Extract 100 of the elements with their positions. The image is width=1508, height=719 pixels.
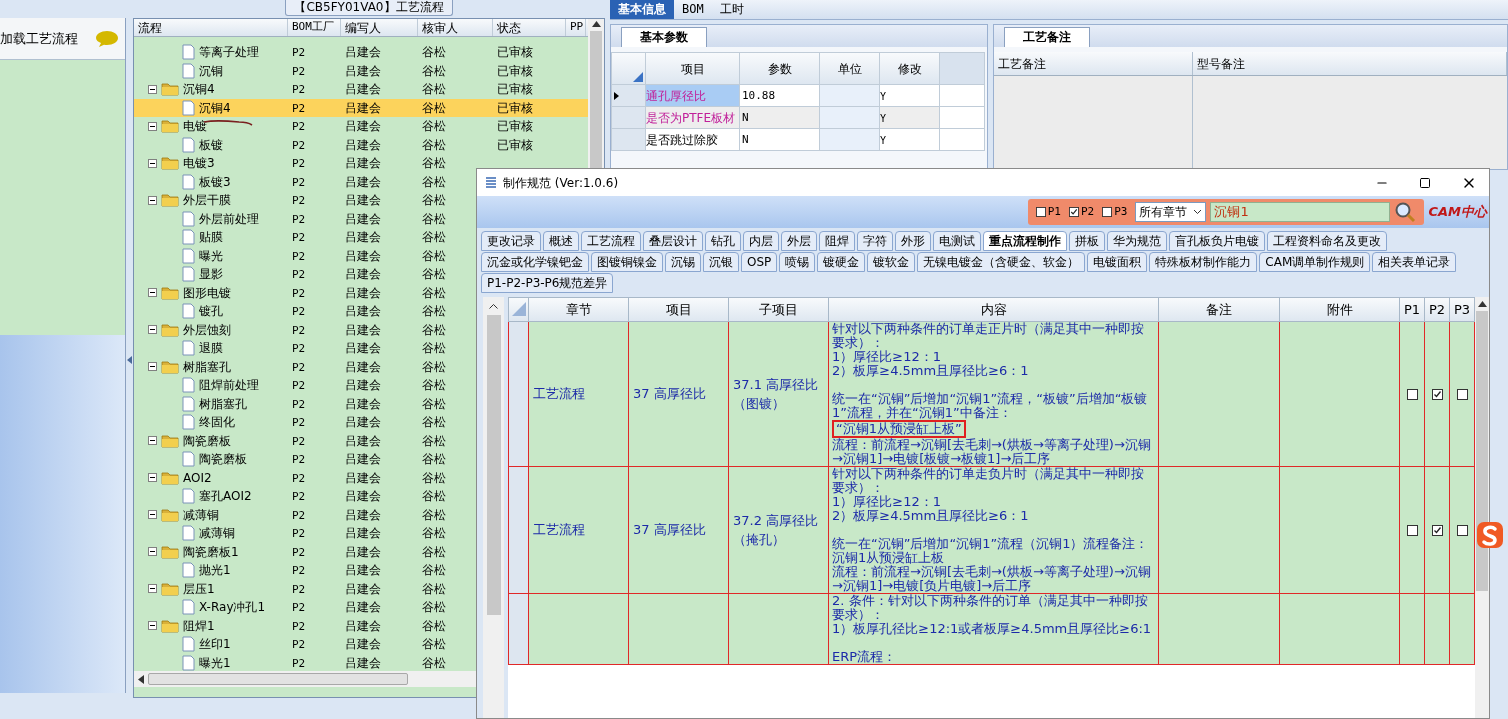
panel-tab[interactable]: 工艺备注 [1004,27,1090,47]
tree-node-label[interactable]: 外层干膜 [183,191,231,210]
tree-node-label[interactable]: 镀孔 [199,302,223,321]
tree-node-label[interactable]: 电镀 [183,117,207,136]
tab[interactable]: P1-P2-P3-P6规范差异 [481,273,614,293]
collapse-arrow-icon[interactable] [127,355,132,364]
column-header[interactable]: 参数 [767,61,792,76]
collapse-icon[interactable] [148,158,157,168]
tab[interactable]: 叠层设计 [643,231,703,251]
tab[interactable]: CAM调单制作规则 [1259,252,1371,272]
tab[interactable]: 阻焊 [819,231,855,251]
column-header[interactable]: 工艺备注 [998,54,1046,73]
tree-node-label[interactable]: 终固化 [199,413,235,432]
column-header[interactable]: 流程 [138,19,162,37]
column-header[interactable]: 项目 [680,61,705,76]
tab[interactable]: 电镀面积 [1087,252,1148,272]
tree-node-label[interactable]: 阻焊1 [183,616,215,635]
tab[interactable]: 镀软金 [867,252,916,272]
collapse-icon[interactable] [148,325,157,335]
tree-node-label[interactable]: 曝光 [199,246,223,265]
column-header[interactable]: PP [570,19,584,36]
tree-node-label[interactable]: 图形电镀 [183,283,231,302]
checkbox[interactable] [1431,388,1443,400]
tab[interactable]: BOM [674,0,712,19]
tab[interactable]: 相关表单记录 [1372,252,1457,272]
tab[interactable]: 电测试 [933,231,981,251]
scrollbar-thumb[interactable] [486,315,501,615]
collapse-icon[interactable] [148,288,157,298]
panel-tab[interactable]: 【CB5FY01VA0】工艺流程 [285,0,453,16]
tree-node-label[interactable]: 外层前处理 [199,209,259,228]
tree-node-label[interactable]: 沉铜4 [199,98,231,117]
collapse-icon[interactable] [148,195,157,205]
maximize-icon[interactable] [1419,176,1431,189]
row-indicator[interactable] [611,84,646,107]
column-header[interactable]: 内容 [980,301,1007,317]
tree-node-label[interactable]: 等离子处理 [199,43,259,62]
checkbox[interactable] [1035,207,1046,217]
tree-node-label[interactable]: 电镀3 [183,154,215,173]
collapse-icon[interactable] [148,121,157,131]
tab[interactable]: 拼板 [1069,231,1105,251]
tab[interactable]: 特殊板材制作能力 [1149,252,1258,272]
search-icon[interactable] [1394,201,1417,223]
tree-node-label[interactable]: 树脂塞孔 [199,394,247,413]
tree-node-label[interactable]: 陶瓷磨板1 [183,542,239,561]
tab[interactable]: 钻孔 [705,231,741,251]
tab[interactable]: 内层 [743,231,779,251]
checkbox[interactable] [1456,524,1468,536]
tree-node-label[interactable]: 外层蚀刻 [183,320,231,339]
tree-node-label[interactable]: 阻焊前处理 [199,376,259,395]
scroll-up-icon[interactable] [591,21,601,27]
scroll-up-icon[interactable] [1477,301,1487,307]
tree-node-label[interactable]: 塞孔AOI2 [199,487,252,506]
tab[interactable]: 更改记录 [481,231,541,251]
column-header[interactable]: 型号备注 [1197,54,1245,73]
tab[interactable]: 无镍电镀金（含硬金、软金） [917,252,1086,272]
tab[interactable]: 华为规范 [1107,231,1167,251]
column-header[interactable]: 编写人 [345,19,381,37]
tab[interactable]: 镀硬金 [817,252,866,272]
tree-node-label[interactable]: 层压1 [183,579,215,598]
tree-node-label[interactable]: 树脂塞孔 [183,357,231,376]
tree-node-label[interactable]: 沉铜4 [183,80,215,99]
tree-node-label[interactable]: 陶瓷磨板 [199,450,247,469]
checkbox[interactable] [1456,388,1468,400]
checkbox[interactable] [1406,388,1418,400]
tab[interactable]: 工程资料命名及更改 [1267,231,1387,251]
tree-node-label[interactable]: 板镀3 [199,172,231,191]
tab[interactable]: 概述 [543,231,579,251]
search-field[interactable]: 沉铜1 [1210,202,1391,222]
panel-tab[interactable]: 基本参数 [621,27,707,47]
tab[interactable]: 盲孔板负片电镀 [1169,231,1265,251]
tree-node-label[interactable]: 显影 [199,265,223,284]
tab[interactable]: 沉金或化学镍钯金 [481,252,589,272]
checkbox-label[interactable]: P2 [1080,203,1095,221]
collapse-icon[interactable] [148,621,157,631]
column-header[interactable]: 状态 [497,19,521,37]
checkbox[interactable] [1068,207,1079,217]
tree-node-label[interactable]: 沉铜 [199,61,223,80]
collapse-icon[interactable] [148,584,157,594]
tree-node-label[interactable]: 退膜 [199,339,223,358]
chapter-dropdown[interactable]: 所有章节 [1135,202,1207,222]
collapse-icon[interactable] [148,510,157,520]
collapse-icon[interactable] [148,362,157,372]
tab[interactable]: 图镀铜镍金 [591,252,663,272]
column-header[interactable]: 核审人 [422,19,458,37]
tab[interactable]: 字符 [857,231,893,251]
tab[interactable]: OSP [741,252,778,272]
tab[interactable]: 工时 [711,0,752,19]
checkbox-label[interactable]: P1 [1047,203,1061,221]
column-header[interactable]: 单位 [837,61,862,76]
tree-node-label[interactable]: 抛光1 [199,561,231,580]
tree-node-label[interactable]: 陶瓷磨板 [183,431,231,450]
tree-node-label[interactable]: AOI2 [183,468,212,487]
column-header[interactable]: 备注 [1206,301,1232,317]
column-header[interactable]: 项目 [665,301,692,317]
column-header[interactable]: 修改 [897,61,922,76]
checkbox[interactable] [1406,524,1418,536]
tab[interactable]: 外形 [895,231,931,251]
column-header[interactable]: 附件 [1326,301,1353,317]
scrollbar-thumb[interactable] [1476,311,1488,591]
checkbox[interactable] [1102,207,1113,217]
